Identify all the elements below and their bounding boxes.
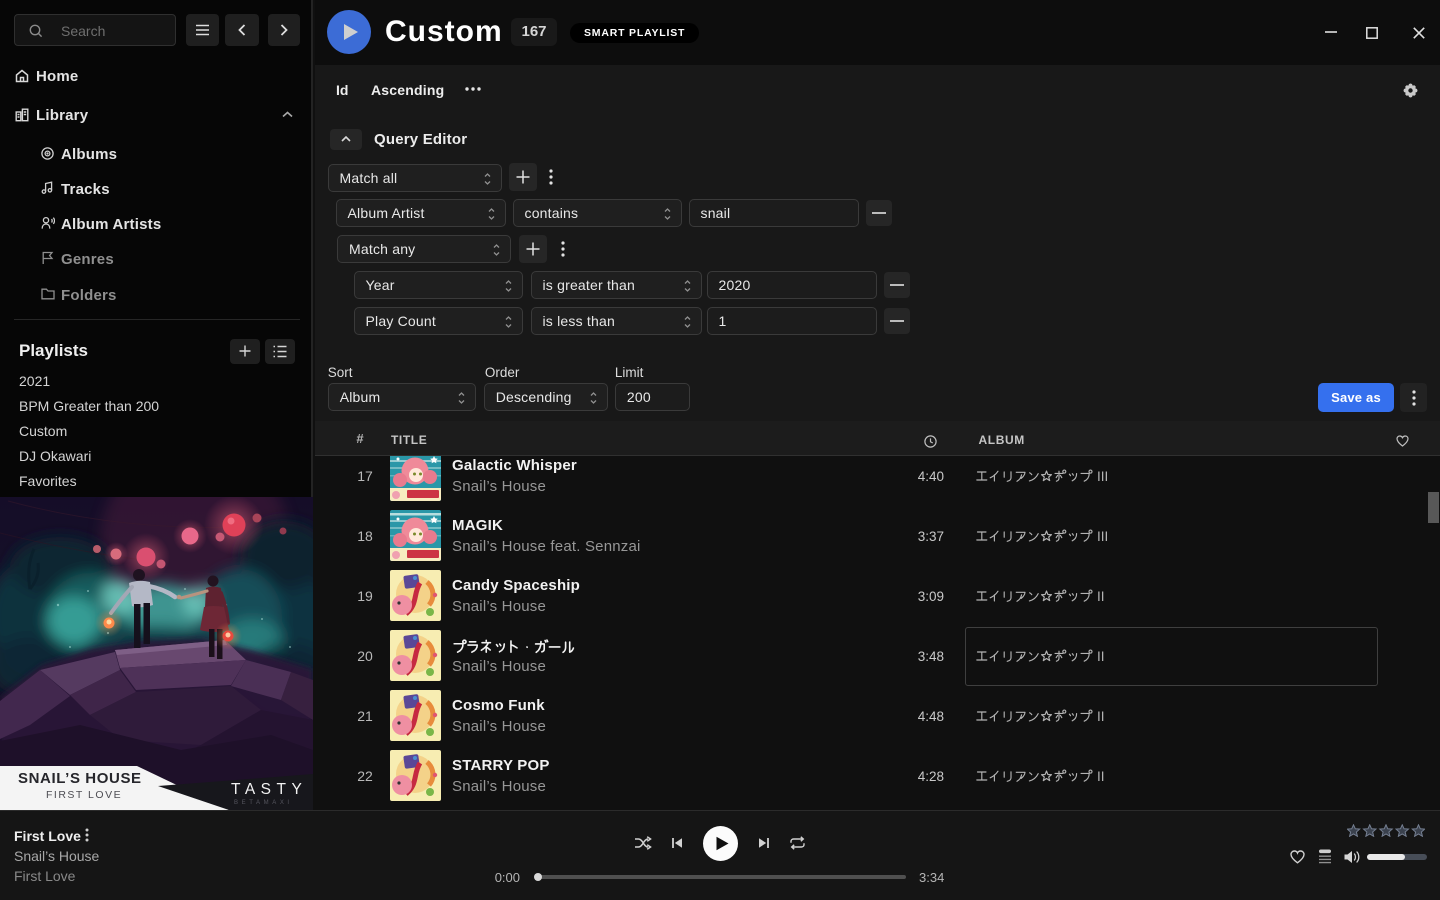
- svg-text:III: III: [1097, 529, 1108, 544]
- svg-text:II: II: [1097, 589, 1105, 604]
- svg-text:III: III: [1097, 469, 1108, 484]
- svg-text:II: II: [1097, 709, 1105, 724]
- svg-text:II: II: [1097, 769, 1105, 784]
- svg-text:BETAMAXI: BETAMAXI: [234, 800, 293, 806]
- svg-text:TASTY: TASTY: [231, 781, 307, 798]
- svg-text:FIRST LOVE: FIRST LOVE: [46, 789, 122, 801]
- svg-text:SNAIL’S HOUSE: SNAIL’S HOUSE: [18, 770, 142, 787]
